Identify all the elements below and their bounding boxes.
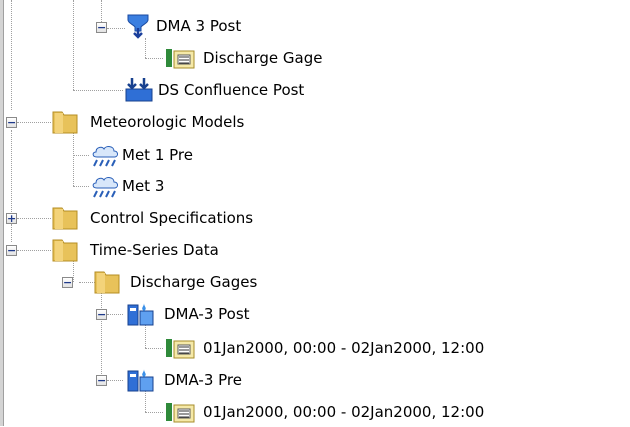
tree-line <box>17 122 51 123</box>
gage-icon <box>166 49 195 69</box>
expand-toggle[interactable]: + <box>6 213 17 224</box>
tree-node-ds-confluence-post[interactable]: DS Confluence Post <box>124 75 306 105</box>
tree-line <box>107 380 123 381</box>
weather-icon <box>92 146 118 167</box>
tree-line <box>145 412 163 413</box>
tree-line <box>145 38 146 58</box>
tree-node-label: Meteorologic Models <box>90 113 245 131</box>
tree-node-time-window[interactable]: 01Jan2000, 00:00 - 02Jan2000, 12:00 <box>165 397 486 427</box>
tree-node-label: Met 1 Pre <box>122 146 193 164</box>
tree-line <box>73 0 74 90</box>
tree-node-discharge-gage[interactable]: Discharge Gage <box>165 43 324 73</box>
tree-node-label: Discharge Gages <box>130 273 258 291</box>
tree-node-label: Met 3 <box>122 177 165 195</box>
tree-line <box>73 155 89 156</box>
collapse-toggle[interactable]: − <box>62 277 73 288</box>
tree-line <box>107 314 123 315</box>
gage-icon <box>166 403 195 423</box>
tree-line <box>145 58 163 59</box>
tree-node-label: Discharge Gage <box>203 49 323 67</box>
folder-icon <box>94 271 120 294</box>
folder-icon <box>52 111 78 134</box>
tree-line <box>11 224 12 242</box>
junction-icon <box>125 78 153 102</box>
gage-icon <box>166 339 195 359</box>
tree-node-time-window[interactable]: 01Jan2000, 00:00 - 02Jan2000, 12:00 <box>165 333 486 363</box>
tree-line <box>107 28 125 29</box>
gage-station-icon <box>127 303 154 326</box>
tree-line <box>73 186 89 187</box>
tree-line <box>11 130 12 216</box>
tree-node-label: 01Jan2000, 00:00 - 02Jan2000, 12:00 <box>203 403 485 421</box>
tree-node-meteorologic-models[interactable]: Meteorologic Models <box>50 107 246 137</box>
tree-node-dma3-post-gage[interactable]: DMA-3 Post <box>126 299 252 329</box>
tree-node-label: Control Specifications <box>90 209 254 227</box>
collapse-toggle[interactable]: − <box>6 117 17 128</box>
tree-node-label: DMA-3 Pre <box>164 371 242 389</box>
tree-node-label: DMA-3 Post <box>164 305 250 323</box>
folder-icon <box>52 207 78 230</box>
collapse-toggle[interactable]: − <box>6 245 17 256</box>
tree-line <box>73 130 74 186</box>
tree-node-label: DS Confluence Post <box>158 81 305 99</box>
folder-icon <box>52 239 78 262</box>
tree-node-control-specifications[interactable]: Control Specifications <box>50 203 255 233</box>
collapse-toggle[interactable]: − <box>96 375 107 386</box>
tree-node-met1-pre[interactable]: Met 1 Pre <box>88 140 195 170</box>
tree-node-discharge-gages[interactable]: Discharge Gages <box>92 267 259 297</box>
collapse-toggle[interactable]: − <box>96 22 107 33</box>
tree-node-label: DMA 3 Post <box>156 17 242 35</box>
tree-node-label: Time-Series Data <box>90 241 219 259</box>
collapse-toggle[interactable]: − <box>96 309 107 320</box>
tree-node-dma3-post[interactable]: DMA 3 Post <box>126 11 243 41</box>
tree-node-label: 01Jan2000, 00:00 - 02Jan2000, 12:00 <box>203 339 485 357</box>
tree-line <box>101 290 102 382</box>
panel-left-border <box>0 0 4 426</box>
sink-icon <box>127 14 149 39</box>
tree-node-time-series-data[interactable]: Time-Series Data <box>50 235 221 265</box>
weather-icon <box>92 177 118 198</box>
tree-line <box>17 250 51 251</box>
tree-node-dma3-pre-gage[interactable]: DMA-3 Pre <box>126 365 244 395</box>
tree-line <box>11 0 12 110</box>
tree-line <box>145 348 163 349</box>
tree-line <box>17 218 51 219</box>
gage-station-icon <box>127 369 154 392</box>
tree-line <box>73 90 123 91</box>
tree-node-met3[interactable]: Met 3 <box>88 171 166 201</box>
